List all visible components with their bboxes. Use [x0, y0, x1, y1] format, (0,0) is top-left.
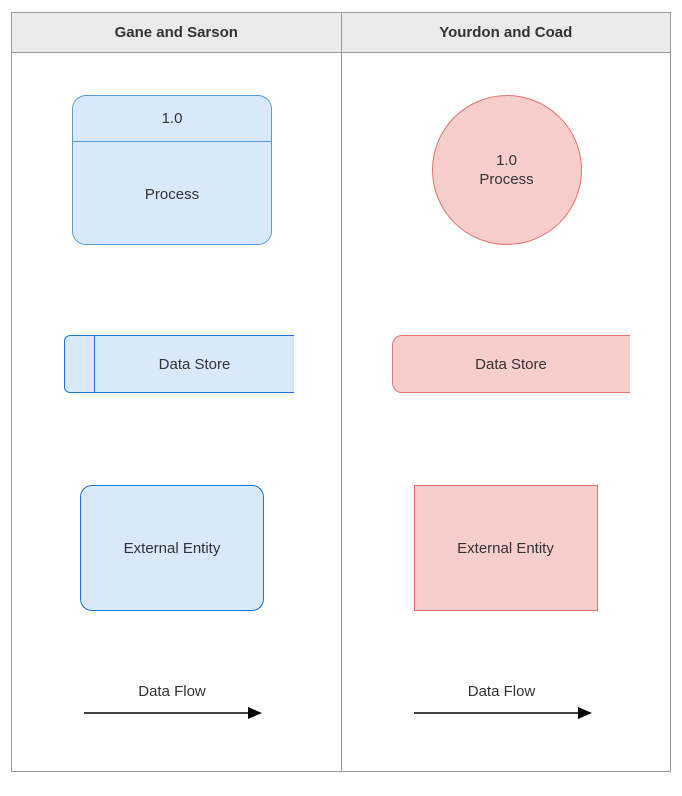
gs-process-shape: 1.0 Process	[72, 95, 272, 245]
gs-process-label: Process	[73, 142, 271, 246]
yc-process-shape: 1.0 Process	[432, 95, 582, 245]
gs-entity-label: External Entity	[124, 540, 221, 557]
yc-entity-label: External Entity	[457, 540, 554, 557]
comparison-table: Gane and Sarson Yourdon and Coad 1.0 Pro…	[11, 12, 671, 772]
yc-process-label: Process	[479, 170, 533, 190]
gs-dataflow: Data Flow	[82, 683, 262, 720]
header-gane-sarson: Gane and Sarson	[12, 13, 342, 52]
gs-external-entity-shape: External Entity	[80, 485, 264, 611]
header-yourdon-coad: Yourdon and Coad	[342, 13, 671, 52]
yc-dataflow: Data Flow	[412, 683, 592, 720]
yc-process-id: 1.0	[496, 151, 517, 171]
body-row: 1.0 Process Data Store External Entity D…	[12, 53, 670, 771]
yc-external-entity-shape: External Entity	[414, 485, 598, 611]
header-row: Gane and Sarson Yourdon and Coad	[12, 13, 670, 53]
gane-sarson-column: 1.0 Process Data Store External Entity D…	[12, 53, 342, 771]
yourdon-coad-column: 1.0 Process Data Store External Entity D…	[342, 53, 671, 771]
gs-datastore-label: Data Store	[95, 336, 294, 392]
arrow-icon	[82, 706, 262, 720]
gs-process-id: 1.0	[73, 96, 271, 142]
gs-datastore-shape: Data Store	[64, 335, 294, 393]
yc-datastore-label: Data Store	[475, 356, 547, 373]
gs-dataflow-label: Data Flow	[82, 683, 262, 700]
yc-datastore-shape: Data Store	[392, 335, 630, 393]
yc-dataflow-label: Data Flow	[412, 683, 592, 700]
gs-datastore-tab	[65, 336, 95, 392]
arrow-icon	[412, 706, 592, 720]
